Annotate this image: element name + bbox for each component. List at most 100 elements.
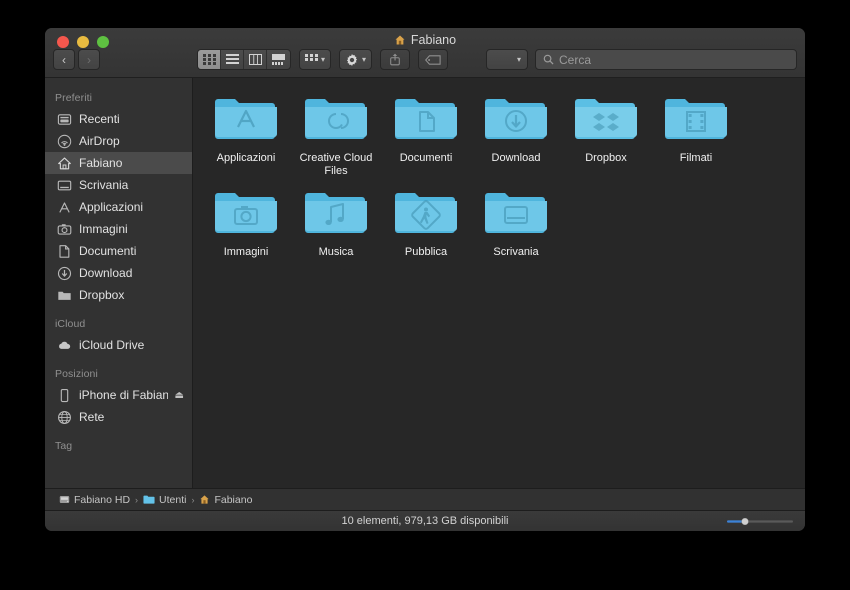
- file-item-applicazioni[interactable]: Applicazioni: [201, 88, 291, 182]
- eject-icon[interactable]: ⏏: [175, 390, 184, 401]
- columns-icon: [248, 54, 262, 65]
- sidebar-item-label: Dropbox: [79, 288, 125, 302]
- share-button[interactable]: [380, 49, 411, 70]
- folder-icon: [665, 99, 727, 139]
- sidebar-item-documenti[interactable]: Documenti: [45, 240, 192, 262]
- file-item-pubblica[interactable]: Pubblica: [381, 182, 471, 263]
- sidebar-header-tag: Tag: [55, 440, 73, 452]
- toolbar-right: ▾ Cerca: [486, 49, 797, 70]
- file-item-download[interactable]: Download: [471, 88, 561, 182]
- sidebar-item-airdrop[interactable]: AirDrop: [45, 130, 192, 152]
- arrange-icon: [305, 54, 318, 61]
- window-title: Fabiano: [45, 33, 805, 47]
- file-item-musica[interactable]: Musica: [291, 182, 381, 263]
- folder-icon: [143, 495, 155, 504]
- breadcrumb-label: Fabiano HD: [74, 493, 131, 506]
- sidebar-item-download[interactable]: Download: [45, 262, 192, 284]
- file-item-label: Immagini: [223, 246, 269, 258]
- folder-icon: [215, 99, 277, 139]
- file-item-immagini[interactable]: Immagini: [201, 182, 291, 263]
- sidebar-item-applicazioni[interactable]: Applicazioni: [45, 196, 192, 218]
- file-item-dropbox[interactable]: Dropbox: [561, 88, 651, 182]
- column-view-button[interactable]: [244, 50, 267, 69]
- sidebar[interactable]: Preferiti Recenti AirDrop Fabiano Scriva…: [45, 78, 193, 488]
- forward-button[interactable]: ›: [78, 49, 100, 70]
- folder-icon: [305, 99, 367, 139]
- sidebar-item-label: Immagini: [79, 222, 128, 236]
- sidebar-item-label: Fabiano: [79, 156, 123, 170]
- breadcrumb-label: Utenti: [159, 493, 187, 506]
- sidebar-item-scrivania[interactable]: Scrivania: [45, 174, 192, 196]
- chevron-down-icon: ▾: [362, 55, 367, 64]
- gallery-view-button[interactable]: [267, 50, 290, 69]
- folder-icon: [485, 193, 547, 233]
- file-item-label: Dropbox: [585, 152, 627, 164]
- file-item-label: Creative Cloud Files: [299, 152, 373, 177]
- sidebar-item-recenti[interactable]: Recenti: [45, 108, 192, 130]
- item-popup-button[interactable]: ▾: [486, 49, 528, 70]
- folder-icon: [305, 193, 367, 233]
- sidebar-item-dropbox[interactable]: Dropbox: [45, 284, 192, 306]
- sidebar-item-iphone[interactable]: iPhone di Fabian… ⏏: [45, 384, 192, 406]
- sidebar-item-icloud-drive[interactable]: iCloud Drive: [45, 334, 192, 356]
- sidebar-item-label: Applicazioni: [79, 200, 144, 214]
- breadcrumb-item-utenti[interactable]: Utenti: [143, 494, 186, 506]
- sidebar-header-preferiti: Preferiti: [55, 92, 93, 104]
- sidebar-item-fabiano[interactable]: Fabiano: [45, 152, 192, 174]
- breadcrumb-label: Fabiano: [214, 493, 253, 506]
- tag-button[interactable]: [418, 49, 449, 70]
- sidebar-item-label: Scrivania: [79, 178, 129, 192]
- sidebar-header-icloud: iCloud: [55, 318, 86, 330]
- cloud-icon: [59, 341, 71, 349]
- file-item-creative-cloud-files[interactable]: Creative Cloud Files: [291, 88, 381, 182]
- status-text: 10 elementi, 979,13 GB disponibili: [341, 515, 509, 527]
- tag-icon: [425, 54, 441, 65]
- folder-icon: [58, 291, 71, 300]
- search-icon: [543, 54, 554, 65]
- chevron-left-icon: ‹: [62, 52, 66, 67]
- arrange-button[interactable]: ▾: [299, 49, 332, 70]
- breadcrumb-separator: ›: [135, 494, 139, 505]
- breadcrumb-item-fabiano-hd[interactable]: Fabiano HD: [59, 494, 130, 506]
- file-item-filmati[interactable]: Filmati: [651, 88, 741, 182]
- sidebar-item-immagini[interactable]: Immagini: [45, 218, 192, 240]
- icon-view-button[interactable]: [198, 50, 221, 69]
- view-mode-segmented-control: [197, 49, 291, 70]
- file-item-label: Documenti: [399, 152, 453, 164]
- file-item-scrivania[interactable]: Scrivania: [471, 182, 561, 263]
- search-field[interactable]: Cerca: [535, 49, 797, 70]
- file-item-documenti[interactable]: Documenti: [381, 88, 471, 182]
- folder-icon: [575, 99, 637, 139]
- file-grid-area[interactable]: Applicazioni Creative Cloud Files Docume…: [193, 78, 805, 488]
- back-button[interactable]: ‹: [53, 49, 75, 70]
- sidebar-item-label: iPhone di Fabian…: [79, 388, 168, 402]
- folder-icon: [215, 193, 277, 233]
- window-title-text: Fabiano: [410, 33, 457, 47]
- folder-icon: [395, 99, 457, 139]
- network-globe-icon: [58, 410, 71, 424]
- file-item-label: Musica: [318, 246, 354, 258]
- home-icon: [200, 495, 210, 504]
- chevron-down-icon: ▾: [516, 55, 521, 64]
- search-placeholder: Cerca: [559, 52, 592, 67]
- breadcrumb-item-fabiano[interactable]: Fabiano: [199, 494, 252, 506]
- gallery-icon: [272, 54, 285, 65]
- home-icon: [395, 35, 405, 45]
- airdrop-icon: [57, 134, 72, 148]
- share-icon: [390, 53, 400, 66]
- finder-window: Fabiano ‹ › ▾ ▾ ▾ Cerca Preferiti Recent…: [45, 28, 805, 531]
- sidebar-item-label: Download: [79, 266, 133, 280]
- pictures-icon: [57, 223, 72, 235]
- list-view-button[interactable]: [221, 50, 244, 69]
- sidebar-item-label: AirDrop: [79, 134, 120, 148]
- icon-size-slider[interactable]: [727, 518, 793, 525]
- toolbar-main: ▾ ▾: [197, 49, 449, 70]
- file-item-label: Applicazioni: [216, 152, 276, 164]
- desktop-icon: [57, 180, 72, 190]
- window-titlebar: Fabiano ‹ › ▾ ▾ ▾ Cerca: [45, 28, 805, 78]
- action-menu-button[interactable]: ▾: [339, 49, 373, 70]
- file-item-label: Download: [491, 152, 541, 164]
- sidebar-item-rete[interactable]: Rete: [45, 406, 192, 428]
- navigation-buttons: ‹ ›: [53, 49, 100, 70]
- harddisk-icon: [59, 495, 70, 504]
